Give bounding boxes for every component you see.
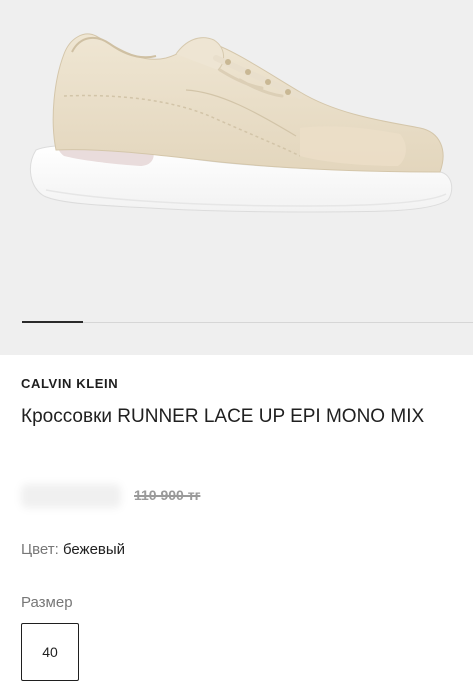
gallery-progress-indicator: [22, 321, 83, 323]
color-row: Цвет: бежевый: [21, 541, 125, 558]
color-label: Цвет:: [21, 541, 63, 558]
product-title: Кроссовки RUNNER LACE UP EPI MONO MIX: [21, 406, 425, 427]
product-gallery[interactable]: [0, 0, 473, 355]
gallery-progress-track: [22, 322, 473, 323]
size-label: Размер: [21, 594, 73, 611]
old-price: 110 900 тг: [134, 487, 201, 503]
price-row: 110 900 тг: [21, 484, 461, 508]
product-page: CALVIN KLEIN Кроссовки RUNNER LACE UP EP…: [0, 0, 473, 699]
color-value: бежевый: [62, 541, 126, 558]
size-option-40[interactable]: 40: [21, 623, 79, 681]
sneaker-image: [29, 33, 453, 213]
current-price-blurred: [21, 484, 121, 508]
brand-name[interactable]: CALVIN KLEIN: [21, 376, 118, 391]
